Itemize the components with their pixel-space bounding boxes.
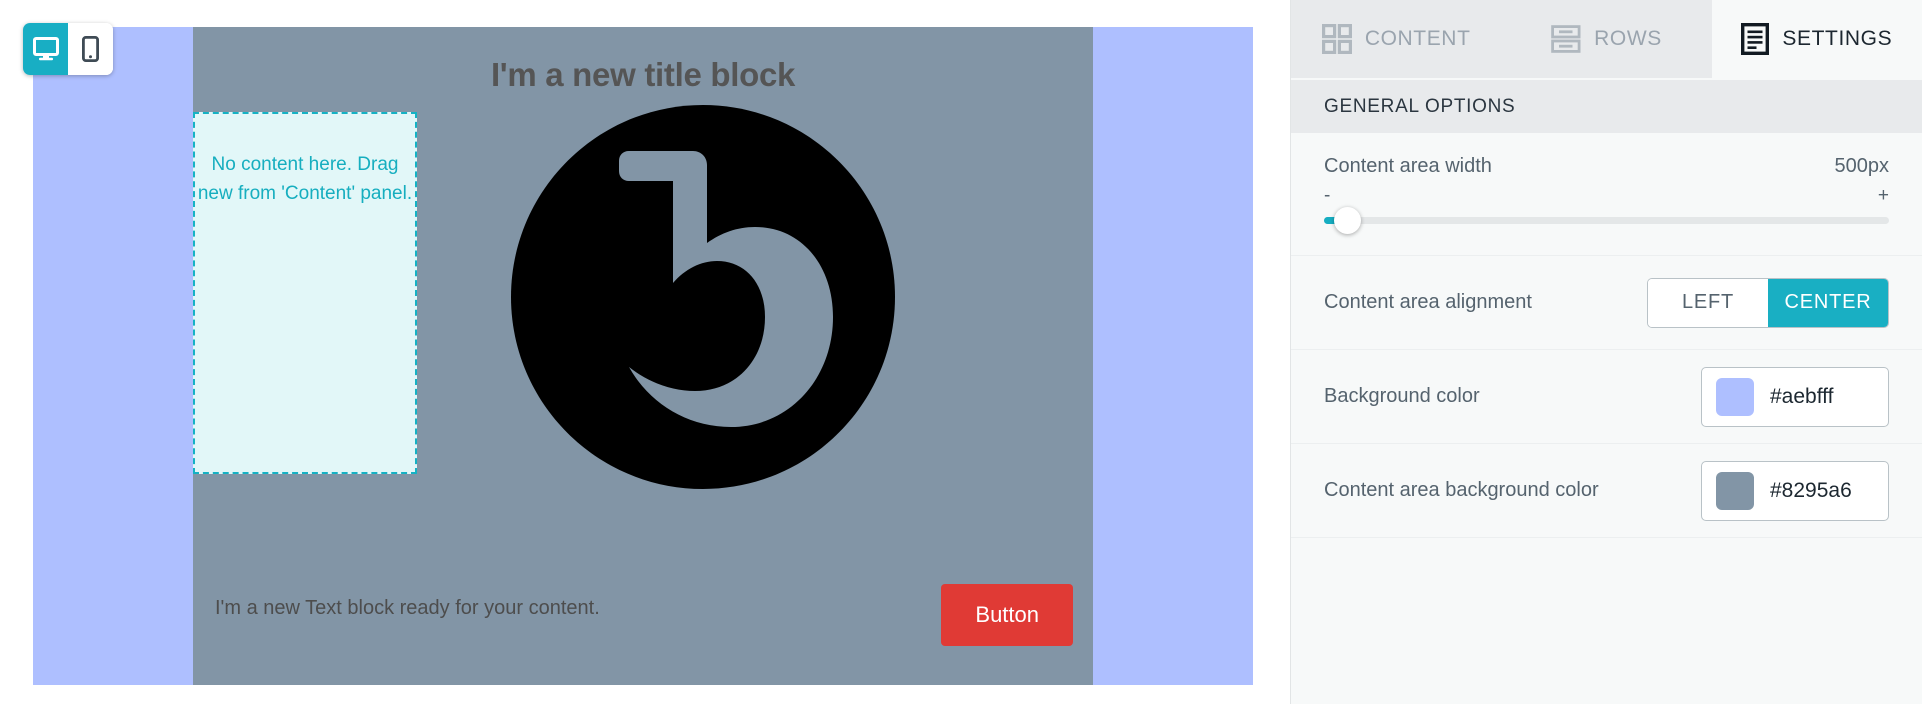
content-area-background-color-label: Content area background color xyxy=(1324,479,1599,501)
title-block[interactable]: I'm a new title block xyxy=(193,27,1093,95)
desktop-monitor-icon xyxy=(32,37,59,61)
content-area-width-head: Content area width 500px xyxy=(1324,155,1889,178)
desktop-view-button[interactable] xyxy=(23,23,68,75)
text-block[interactable]: I'm a new Text block ready for your cont… xyxy=(215,597,600,620)
mobile-phone-icon xyxy=(82,36,99,62)
option-background-color: Background color #aebfff xyxy=(1291,350,1922,444)
email-canvas[interactable]: I'm a new title block No content here. D… xyxy=(33,27,1253,685)
settings-list-icon xyxy=(1741,23,1770,55)
slider-track[interactable] xyxy=(1324,217,1889,224)
content-area-width-label: Content area width xyxy=(1324,155,1492,177)
background-color-label: Background color xyxy=(1324,385,1480,407)
background-color-value[interactable]: #aebfff xyxy=(1770,385,1833,409)
panel-tabbar: CONTENT ROWS SETTINGS xyxy=(1291,0,1922,78)
content-area-width-slider[interactable] xyxy=(1324,207,1889,234)
mobile-view-button[interactable] xyxy=(68,23,113,75)
slider-decrease-button[interactable]: - xyxy=(1324,186,1330,205)
device-preview-toggle[interactable] xyxy=(23,23,113,75)
content-area-width-stepper: - + xyxy=(1324,186,1889,205)
option-content-area-alignment: Content area alignment LEFT CENTER xyxy=(1291,256,1922,350)
app-root: I'm a new title block No content here. D… xyxy=(0,0,1922,704)
tab-settings[interactable]: SETTINGS xyxy=(1711,0,1922,78)
content-area-width-value: 500px xyxy=(1834,155,1890,177)
section-header-general-options: GENERAL OPTIONS xyxy=(1291,78,1922,133)
slider-handle[interactable] xyxy=(1334,207,1361,234)
cta-button[interactable]: Button xyxy=(941,584,1073,646)
background-color-swatch[interactable] xyxy=(1716,377,1754,416)
tab-content[interactable]: CONTENT xyxy=(1291,0,1501,78)
alignment-left-button[interactable]: LEFT xyxy=(1648,278,1768,327)
option-content-area-width: Content area width 500px - + xyxy=(1291,133,1922,256)
rows-stack-icon xyxy=(1551,24,1581,54)
slider-increase-button[interactable]: + xyxy=(1878,186,1889,205)
option-content-area-background-color: Content area background color #8295a6 xyxy=(1291,444,1922,538)
settings-panel: CONTENT ROWS SETTINGS GENERAL OPTIONS Co… xyxy=(1290,0,1922,704)
alignment-segmented-control[interactable]: LEFT CENTER xyxy=(1647,277,1889,328)
content-area-background-color-picker[interactable]: #8295a6 xyxy=(1701,460,1889,521)
tab-settings-label: SETTINGS xyxy=(1782,27,1893,50)
logo-image[interactable] xyxy=(488,97,918,497)
empty-content-placeholder[interactable]: No content here. Drag new from 'Content'… xyxy=(193,112,417,474)
tab-rows-label: ROWS xyxy=(1594,27,1662,50)
grid-squares-icon xyxy=(1321,24,1352,54)
background-color-picker[interactable]: #aebfff xyxy=(1701,366,1889,427)
content-area[interactable]: I'm a new title block No content here. D… xyxy=(193,27,1093,685)
alignment-center-button[interactable]: CENTER xyxy=(1768,278,1888,327)
tab-rows[interactable]: ROWS xyxy=(1501,0,1711,78)
content-area-alignment-label: Content area alignment xyxy=(1324,291,1532,313)
content-area-background-color-swatch[interactable] xyxy=(1716,471,1754,510)
content-area-background-color-value[interactable]: #8295a6 xyxy=(1770,479,1852,503)
tab-content-label: CONTENT xyxy=(1364,27,1471,50)
